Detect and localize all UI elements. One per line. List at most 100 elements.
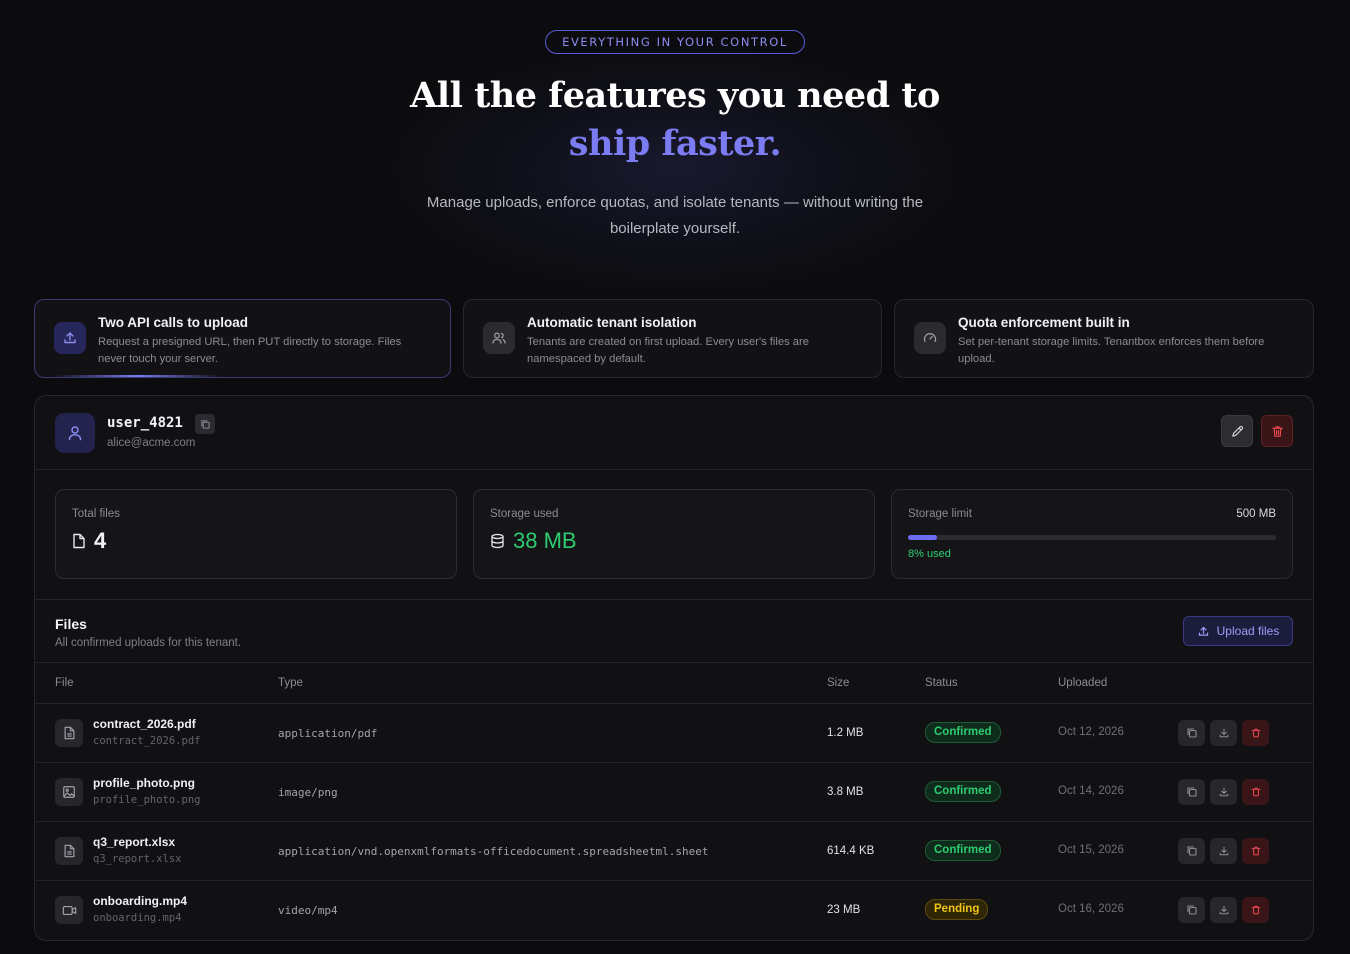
upload-icon (54, 322, 86, 354)
copy-link-button[interactable] (1178, 779, 1205, 805)
hero-title: All the features you need to ship faster… (0, 72, 1350, 168)
file-size: 614.4 KB (827, 845, 875, 857)
storage-limit-value: 500 MB (1236, 508, 1276, 520)
feature-cards: Two API calls to upload Request a presig… (34, 299, 1314, 379)
storage-used-percent: 8% used (908, 548, 951, 560)
download-icon (1218, 727, 1230, 739)
delete-user-button[interactable] (1261, 415, 1293, 447)
copy-link-button[interactable] (1178, 720, 1205, 746)
status-badge: Confirmed (925, 722, 1001, 743)
copy-username-button[interactable] (195, 414, 215, 434)
column-type: Type (278, 677, 303, 689)
download-icon (1218, 845, 1230, 857)
file-size: 1.2 MB (827, 727, 864, 739)
upload-date: Oct 15, 2026 (1058, 844, 1124, 856)
file-name: onboarding.mp4 (93, 894, 187, 908)
stat-label: Storage limit (908, 508, 972, 520)
file-name: contract_2026.pdf (93, 717, 196, 731)
upload-date: Oct 16, 2026 (1058, 903, 1124, 915)
feature-desc: Request a presigned URL, then PUT direct… (98, 336, 402, 365)
status-badge: Pending (925, 899, 989, 920)
file-name: q3_report.xlsx (93, 835, 176, 849)
avatar (55, 413, 95, 453)
copy-icon (200, 419, 210, 429)
stat-total-files: Total files 4 (55, 489, 457, 579)
feature-title: Quota enforcement built in (958, 315, 1130, 330)
copy-icon (1186, 845, 1198, 857)
copy-link-button[interactable] (1178, 838, 1205, 864)
file-size: 3.8 MB (827, 786, 864, 798)
stats-row: Total files 4 Storage used 38 MB Storage… (35, 470, 1313, 600)
user-header: user_4821 alice@acme.com (35, 396, 1313, 470)
trash-icon (1250, 845, 1262, 857)
hero-subtitle: Manage uploads, enforce quotas, and isol… (426, 194, 924, 237)
storage-progress-track (908, 535, 1276, 540)
hero-title-accent: ship faster. (568, 123, 782, 164)
hero-title-line1: All the features you need to (410, 75, 940, 116)
download-button[interactable] (1210, 897, 1237, 923)
file-name: profile_photo.png (93, 776, 195, 790)
pencil-icon (1231, 425, 1243, 437)
table-row[interactable]: profile_photo.png profile_photo.png image/… (35, 763, 1313, 822)
copy-icon (1186, 727, 1198, 739)
feature-card-upload[interactable]: Two API calls to upload Request a presig… (34, 299, 451, 378)
database-icon (491, 533, 504, 549)
video-icon (55, 896, 83, 924)
delete-file-button[interactable] (1242, 897, 1269, 923)
stat-label: Storage used (490, 508, 559, 520)
download-icon (1218, 786, 1230, 798)
status-badge: Confirmed (925, 781, 1001, 802)
table-row[interactable]: contract_2026.pdf contract_2026.pdf applic… (35, 704, 1313, 763)
username: user_4821 (107, 415, 183, 431)
file-key: onboarding.mp4 (93, 912, 182, 924)
column-size: Size (827, 677, 850, 689)
column-file: File (55, 677, 74, 689)
file-icon (73, 533, 85, 549)
feature-desc: Set per-tenant storage limits. Tenantbox… (958, 336, 1265, 365)
files-title: Files (55, 616, 87, 632)
download-button[interactable] (1210, 838, 1237, 864)
document-icon (55, 837, 83, 865)
stat-label: Total files (72, 508, 120, 520)
users-icon (483, 322, 515, 354)
delete-file-button[interactable] (1242, 779, 1269, 805)
table-row[interactable]: onboarding.mp4 onboarding.mp4 video/mp4 23 … (35, 881, 1313, 940)
delete-file-button[interactable] (1242, 720, 1269, 746)
edit-user-button[interactable] (1221, 415, 1253, 447)
copy-icon (1186, 786, 1198, 798)
trash-icon (1250, 727, 1262, 739)
download-button[interactable] (1210, 720, 1237, 746)
status-badge: Confirmed (925, 840, 1001, 861)
gauge-icon (914, 322, 946, 354)
upload-files-button[interactable]: Upload files (1183, 616, 1293, 646)
file-type: application/pdf (278, 727, 378, 740)
file-type: application/vnd.openxmlformats-officedoc… (278, 845, 709, 858)
table-row[interactable]: q3_report.xlsx q3_report.xlsx application/… (35, 822, 1313, 881)
files-subtitle: All confirmed uploads for this tenant. (55, 637, 242, 649)
total-files-value: 4 (94, 528, 107, 553)
feature-card-quota[interactable]: Quota enforcement built in Set per-tenan… (894, 299, 1314, 378)
upload-date: Oct 12, 2026 (1058, 726, 1124, 738)
trash-icon (1250, 904, 1262, 916)
delete-file-button[interactable] (1242, 838, 1269, 864)
download-button[interactable] (1210, 779, 1237, 805)
file-key: profile_photo.png (93, 794, 201, 806)
storage-used-value: 38 MB (513, 528, 577, 553)
download-icon (1218, 904, 1230, 916)
file-key: contract_2026.pdf (93, 735, 201, 747)
feature-title: Automatic tenant isolation (527, 315, 697, 330)
feature-title: Two API calls to upload (98, 315, 249, 330)
column-uploaded: Uploaded (1058, 677, 1108, 689)
user-icon (68, 426, 82, 441)
file-size: 23 MB (827, 904, 861, 916)
stat-storage-limit: Storage limit 500 MB 8% used (891, 489, 1293, 579)
upload-date: Oct 14, 2026 (1058, 785, 1124, 797)
tenant-panel: user_4821 alice@acme.com Total files 4 S… (34, 395, 1314, 941)
stat-value: 38 MB (490, 528, 577, 554)
files-header: Files All confirmed uploads for this ten… (35, 600, 1313, 663)
copy-link-button[interactable] (1178, 897, 1205, 923)
file-key: q3_report.xlsx (93, 853, 182, 865)
files-table-header: File Type Size Status Uploaded (35, 663, 1313, 704)
file-type: image/png (278, 786, 338, 799)
feature-card-isolation[interactable]: Automatic tenant isolation Tenants are c… (463, 299, 882, 378)
